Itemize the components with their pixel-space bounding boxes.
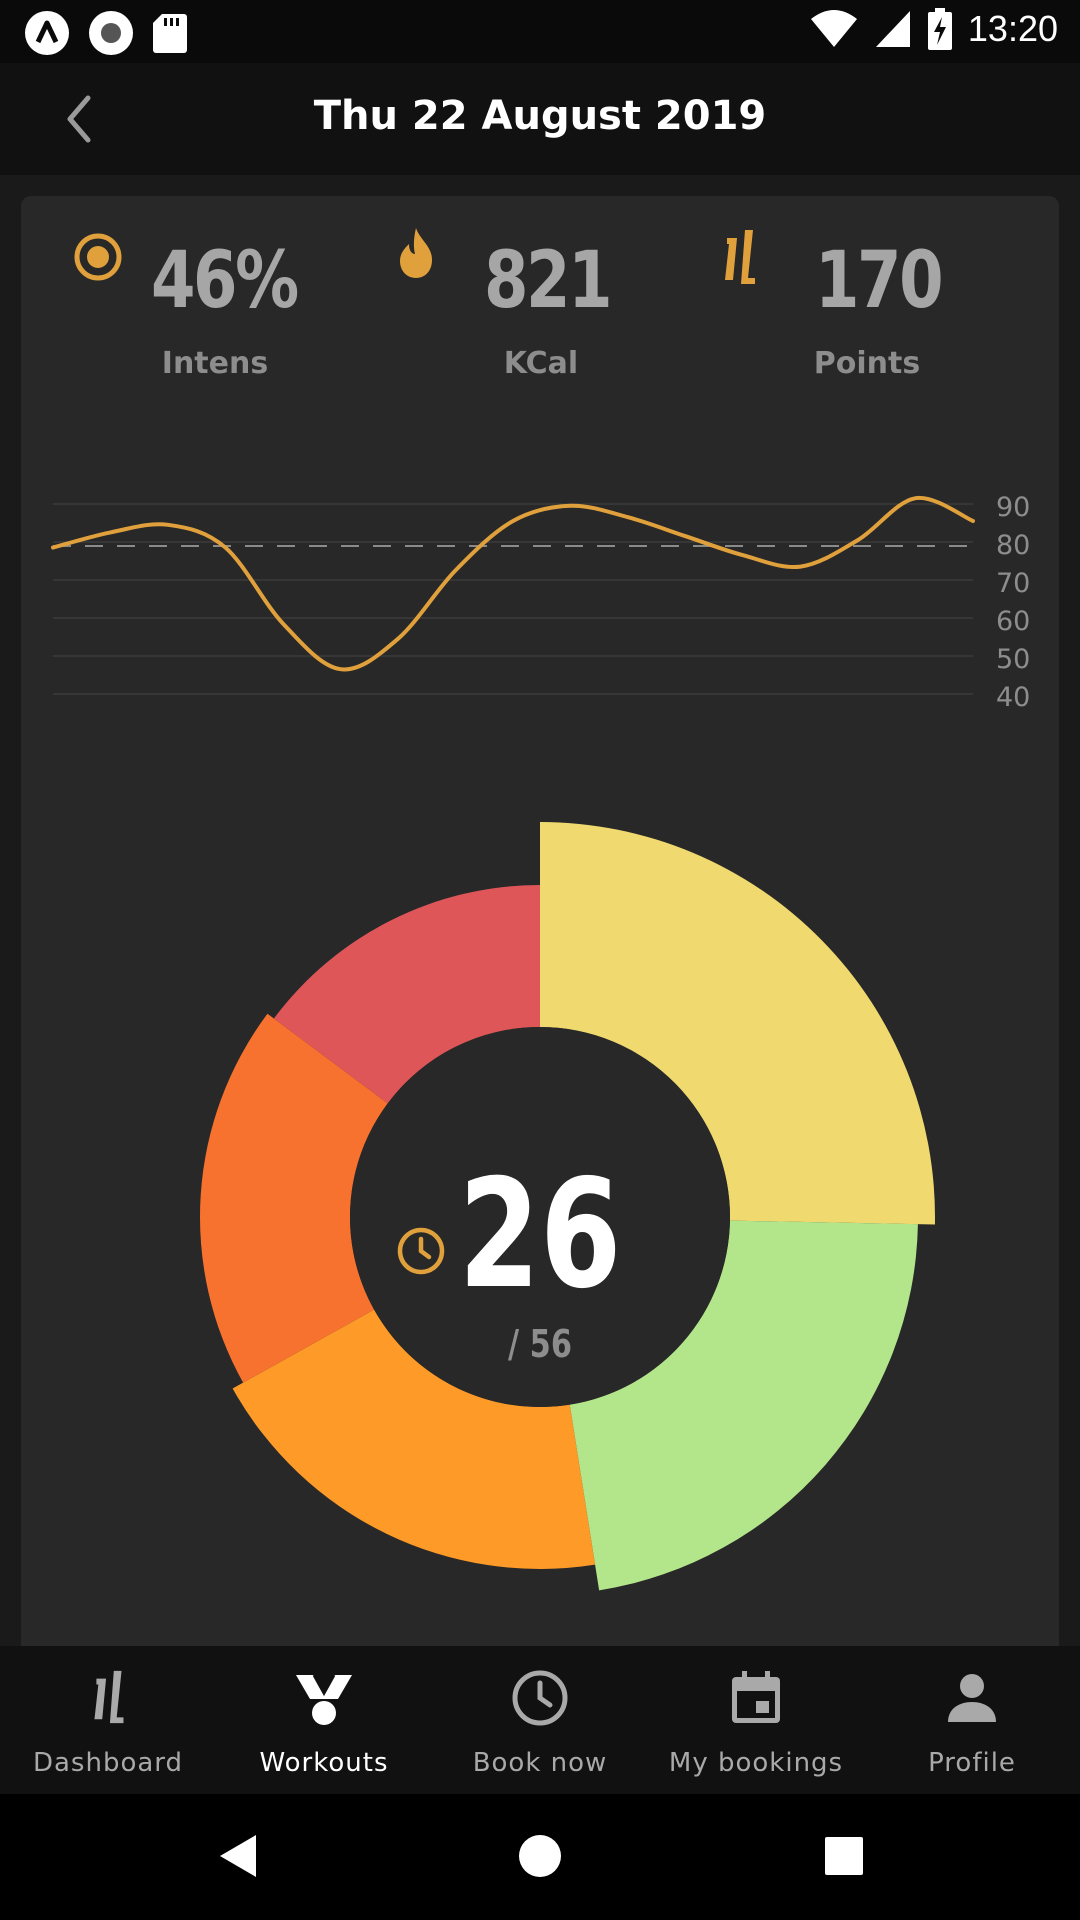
system-navigation-bar <box>0 1794 1080 1920</box>
target-icon <box>74 233 122 281</box>
zones-center-value: 26 <box>458 1148 622 1322</box>
stat-label: Intens <box>161 346 269 381</box>
y-tick-label: 90 <box>996 492 1030 523</box>
nav-item-my-bookings[interactable]: My bookings <box>648 1646 864 1794</box>
recents-square-icon <box>825 1837 863 1875</box>
signal-icon <box>875 11 910 47</box>
app-bar: Thu 22 August 2019 <box>0 63 1080 175</box>
y-tick-label: 50 <box>996 644 1030 675</box>
nav-label: My bookings <box>668 1748 844 1778</box>
stat-label: KCal <box>503 346 579 381</box>
status-bar: 13:20 <box>0 0 1080 63</box>
system-recents-button[interactable] <box>814 1826 874 1886</box>
home-circle-icon <box>519 1835 561 1877</box>
page-title: Thu 22 August 2019 <box>313 93 767 139</box>
stat-value: 821 <box>484 236 613 326</box>
battery-charging-icon <box>927 8 952 50</box>
sd-card-icon <box>153 14 187 53</box>
status-left-icons <box>24 10 188 56</box>
record-icon <box>89 11 133 55</box>
nav-label: Dashboard <box>32 1748 184 1778</box>
nav-label: Profile <box>928 1748 1016 1778</box>
nav-item-dashboard[interactable]: Dashboard <box>0 1646 216 1794</box>
series-line <box>51 496 975 672</box>
zones-center-sub: / 56 <box>508 1322 572 1366</box>
system-back-button[interactable] <box>208 1826 268 1886</box>
flame-icon <box>400 228 432 278</box>
nav-label: Workouts <box>259 1748 389 1778</box>
y-tick-label: 60 <box>996 606 1030 637</box>
nav-label: Book now <box>472 1748 608 1778</box>
person-icon <box>948 1674 996 1722</box>
wifi-icon <box>810 10 857 47</box>
points-logo-icon <box>725 230 755 284</box>
nav-item-book-now[interactable]: Book now <box>432 1646 648 1794</box>
status-time: 13:20 <box>967 8 1058 49</box>
status-right-icons: 13:20 <box>810 8 1058 50</box>
stat-value: 170 <box>815 236 944 326</box>
workout-summary-card: 46% Intens 821 KCal 170 Points 90 80 70 60 5… <box>21 196 1059 1646</box>
y-tick-label: 80 <box>996 530 1030 561</box>
nav-item-workouts[interactable]: Workouts <box>216 1646 432 1794</box>
calendar-icon <box>732 1671 780 1723</box>
stat-label: Points <box>813 346 921 381</box>
app-a-icon <box>25 11 69 55</box>
back-triangle-icon <box>220 1835 256 1877</box>
medal-icon <box>296 1674 352 1725</box>
intensity-line-chart: 90 80 70 60 50 40 <box>51 492 1030 713</box>
bottom-navigation: Dashboard Workouts Book now My bookings … <box>0 1646 1080 1794</box>
system-home-button[interactable] <box>510 1826 570 1886</box>
y-tick-label: 70 <box>996 568 1030 599</box>
clock-icon <box>512 1670 568 1726</box>
clock-icon <box>397 1227 445 1275</box>
stat-value: 46% <box>151 236 299 326</box>
y-tick-label: 40 <box>996 682 1030 713</box>
points-logo-icon <box>94 1670 124 1724</box>
nav-item-profile[interactable]: Profile <box>864 1646 1080 1794</box>
